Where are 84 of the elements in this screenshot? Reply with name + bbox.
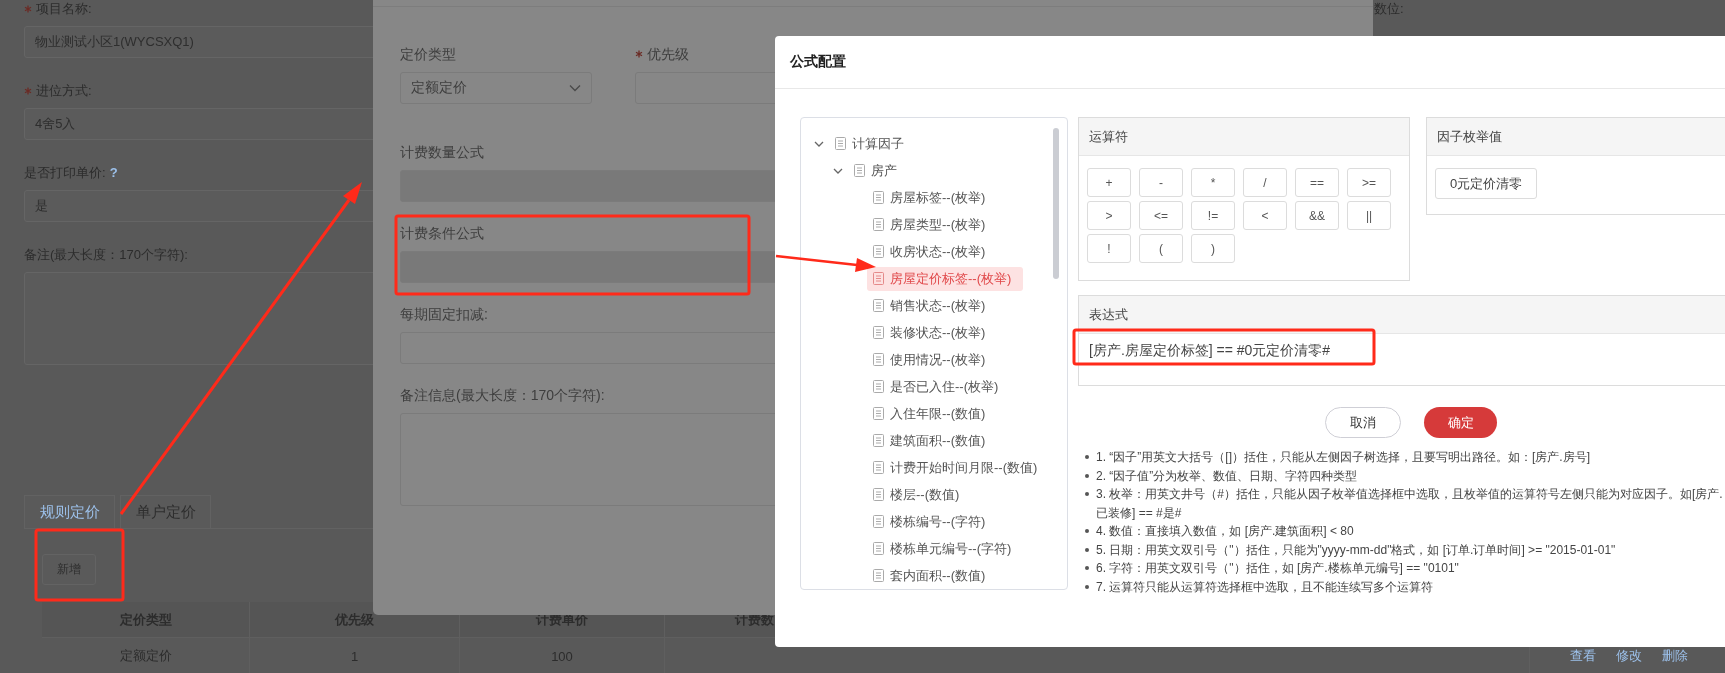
note-text: 5. 日期：用英文双引号（"）括住，只能为"yyyy-mm-dd"格式，如 [订单.订单时间] >= "2015-01-01" xyxy=(1096,541,1616,559)
document-icon xyxy=(873,326,884,339)
document-icon xyxy=(873,272,884,285)
document-icon xyxy=(873,353,884,366)
operator-button[interactable]: <= xyxy=(1139,201,1183,230)
panel-title: 表达式 xyxy=(1089,305,1128,324)
document-icon xyxy=(873,434,884,447)
panel-title: 因子枚举值 xyxy=(1437,127,1502,146)
field-label: 备注信息(最大长度：170个字符): xyxy=(400,386,605,404)
document-icon xyxy=(854,164,865,177)
chevron-down-icon xyxy=(569,84,581,92)
document-icon xyxy=(873,299,884,312)
operator-button[interactable]: != xyxy=(1191,201,1235,230)
operator-button[interactable]: ) xyxy=(1191,234,1235,263)
action-link[interactable]: 删除 xyxy=(1662,647,1688,665)
tree-item[interactable]: 计费开始时间月限--(数值) xyxy=(867,455,1050,480)
bullet-icon xyxy=(1085,566,1089,570)
field-label: 每期固定扣减: xyxy=(400,305,488,323)
panel-title: 运算符 xyxy=(1089,127,1128,146)
document-icon xyxy=(873,515,884,528)
field-label: 优先级 xyxy=(647,45,689,63)
note-text: 2. “因子值”分为枚举、数值、日期、字符四种类型 xyxy=(1096,467,1358,485)
confirm-button[interactable]: 确定 xyxy=(1424,407,1497,438)
operator-button[interactable]: && xyxy=(1295,201,1339,230)
help-icon[interactable]: ? xyxy=(109,164,118,182)
note-text: 3. 枚举：用英文井号（#）括住，只能从因子枚举值选择框中选取，且枚举值的运算符号左侧只能为对应因子。如[房产. xyxy=(1096,486,1723,503)
document-icon xyxy=(873,380,884,393)
bullet-icon xyxy=(1085,473,1089,478)
document-icon xyxy=(873,569,884,582)
bullet-icon xyxy=(1085,455,1089,459)
action-link[interactable]: 修改 xyxy=(1616,647,1642,665)
operator-button[interactable]: == xyxy=(1295,168,1339,197)
cancel-button[interactable]: 取消 xyxy=(1325,407,1401,438)
field-label: 计费数量公式 xyxy=(400,143,484,161)
document-icon xyxy=(873,245,884,258)
note-text: 6. 字符：用英文双引号（"）括住，如 [房产.楼栋单元编号] == "0101" xyxy=(1096,560,1459,577)
tab[interactable]: 规则定价 xyxy=(24,495,115,528)
operator-button[interactable]: / xyxy=(1243,168,1287,197)
dialog-title: 公式配置 xyxy=(790,53,846,71)
tree-item[interactable]: 是否已入住--(枚举) xyxy=(867,374,1011,399)
bullet-icon xyxy=(1085,492,1089,496)
enum-value-button[interactable]: 0元定价清零 xyxy=(1435,168,1538,199)
document-icon xyxy=(873,542,884,555)
document-icon xyxy=(873,191,884,204)
expression-field[interactable]: [房产.房屋定价标签] == #0元定价清零# xyxy=(1079,334,1725,385)
operator-button[interactable]: || xyxy=(1347,201,1391,230)
document-icon xyxy=(873,218,884,231)
bullet-icon xyxy=(1085,584,1089,589)
note-text: 已装修] == #是# xyxy=(1096,504,1183,522)
tree-item[interactable]: 销售状态--(枚举) xyxy=(867,293,998,318)
note-text: 4. 数值：直接填入数值，如 [房产.建筑面积] < 80 xyxy=(1096,523,1354,540)
tree-item[interactable]: 楼层--(数值) xyxy=(867,482,972,507)
field-label: 计费条件公式 xyxy=(400,224,484,242)
note-text: 1. “因子”用英文大括号（[]）括住，只能从左侧因子树选择，且要写明出路径。如：[房产.房号] xyxy=(1096,449,1590,466)
tree-item[interactable]: 楼栋编号--(字符) xyxy=(867,509,998,534)
operator-button[interactable]: < xyxy=(1243,201,1287,230)
scrollbar[interactable] xyxy=(1053,128,1059,279)
tree-item[interactable]: 房产 xyxy=(848,158,909,183)
bullet-icon xyxy=(1085,529,1089,533)
document-icon xyxy=(873,488,884,501)
operator-button[interactable]: + xyxy=(1087,168,1131,197)
tree-item[interactable]: 建筑面积--(数值) xyxy=(867,428,998,453)
document-icon xyxy=(873,461,884,474)
operator-button[interactable]: > xyxy=(1087,201,1131,230)
note-text: 7. 运算符只能从运算符选择框中选取，且不能连续写多个运算符 xyxy=(1096,578,1434,596)
operator-button[interactable]: - xyxy=(1139,168,1183,197)
tree-item[interactable]: 入住年限--(数值) xyxy=(867,401,998,426)
tree-item[interactable]: 楼栋单元编号--(字符) xyxy=(867,536,1024,561)
tree-item[interactable]: 计算因子 xyxy=(829,131,916,156)
tree-item[interactable]: 装修状态--(枚举) xyxy=(867,320,998,345)
tree-item[interactable]: 使用情况--(枚举) xyxy=(867,347,998,372)
tree-item[interactable]: 房屋类型--(枚举) xyxy=(867,212,998,237)
field-label: 定价类型 xyxy=(400,45,456,63)
tree-item[interactable]: 收房状态--(枚举) xyxy=(867,239,998,264)
bullet-icon xyxy=(1085,547,1089,552)
tree-item[interactable]: 套内面积--(数值) xyxy=(867,563,998,588)
action-link[interactable]: 查看 xyxy=(1570,647,1596,665)
operator-button[interactable]: ! xyxy=(1087,234,1131,263)
tree-item[interactable]: 房屋标签--(枚举) xyxy=(867,185,998,210)
document-icon xyxy=(835,137,846,150)
document-icon xyxy=(873,407,884,420)
operator-button[interactable]: ( xyxy=(1139,234,1183,263)
operator-button[interactable]: >= xyxy=(1347,168,1391,197)
operator-button[interactable]: * xyxy=(1191,168,1235,197)
